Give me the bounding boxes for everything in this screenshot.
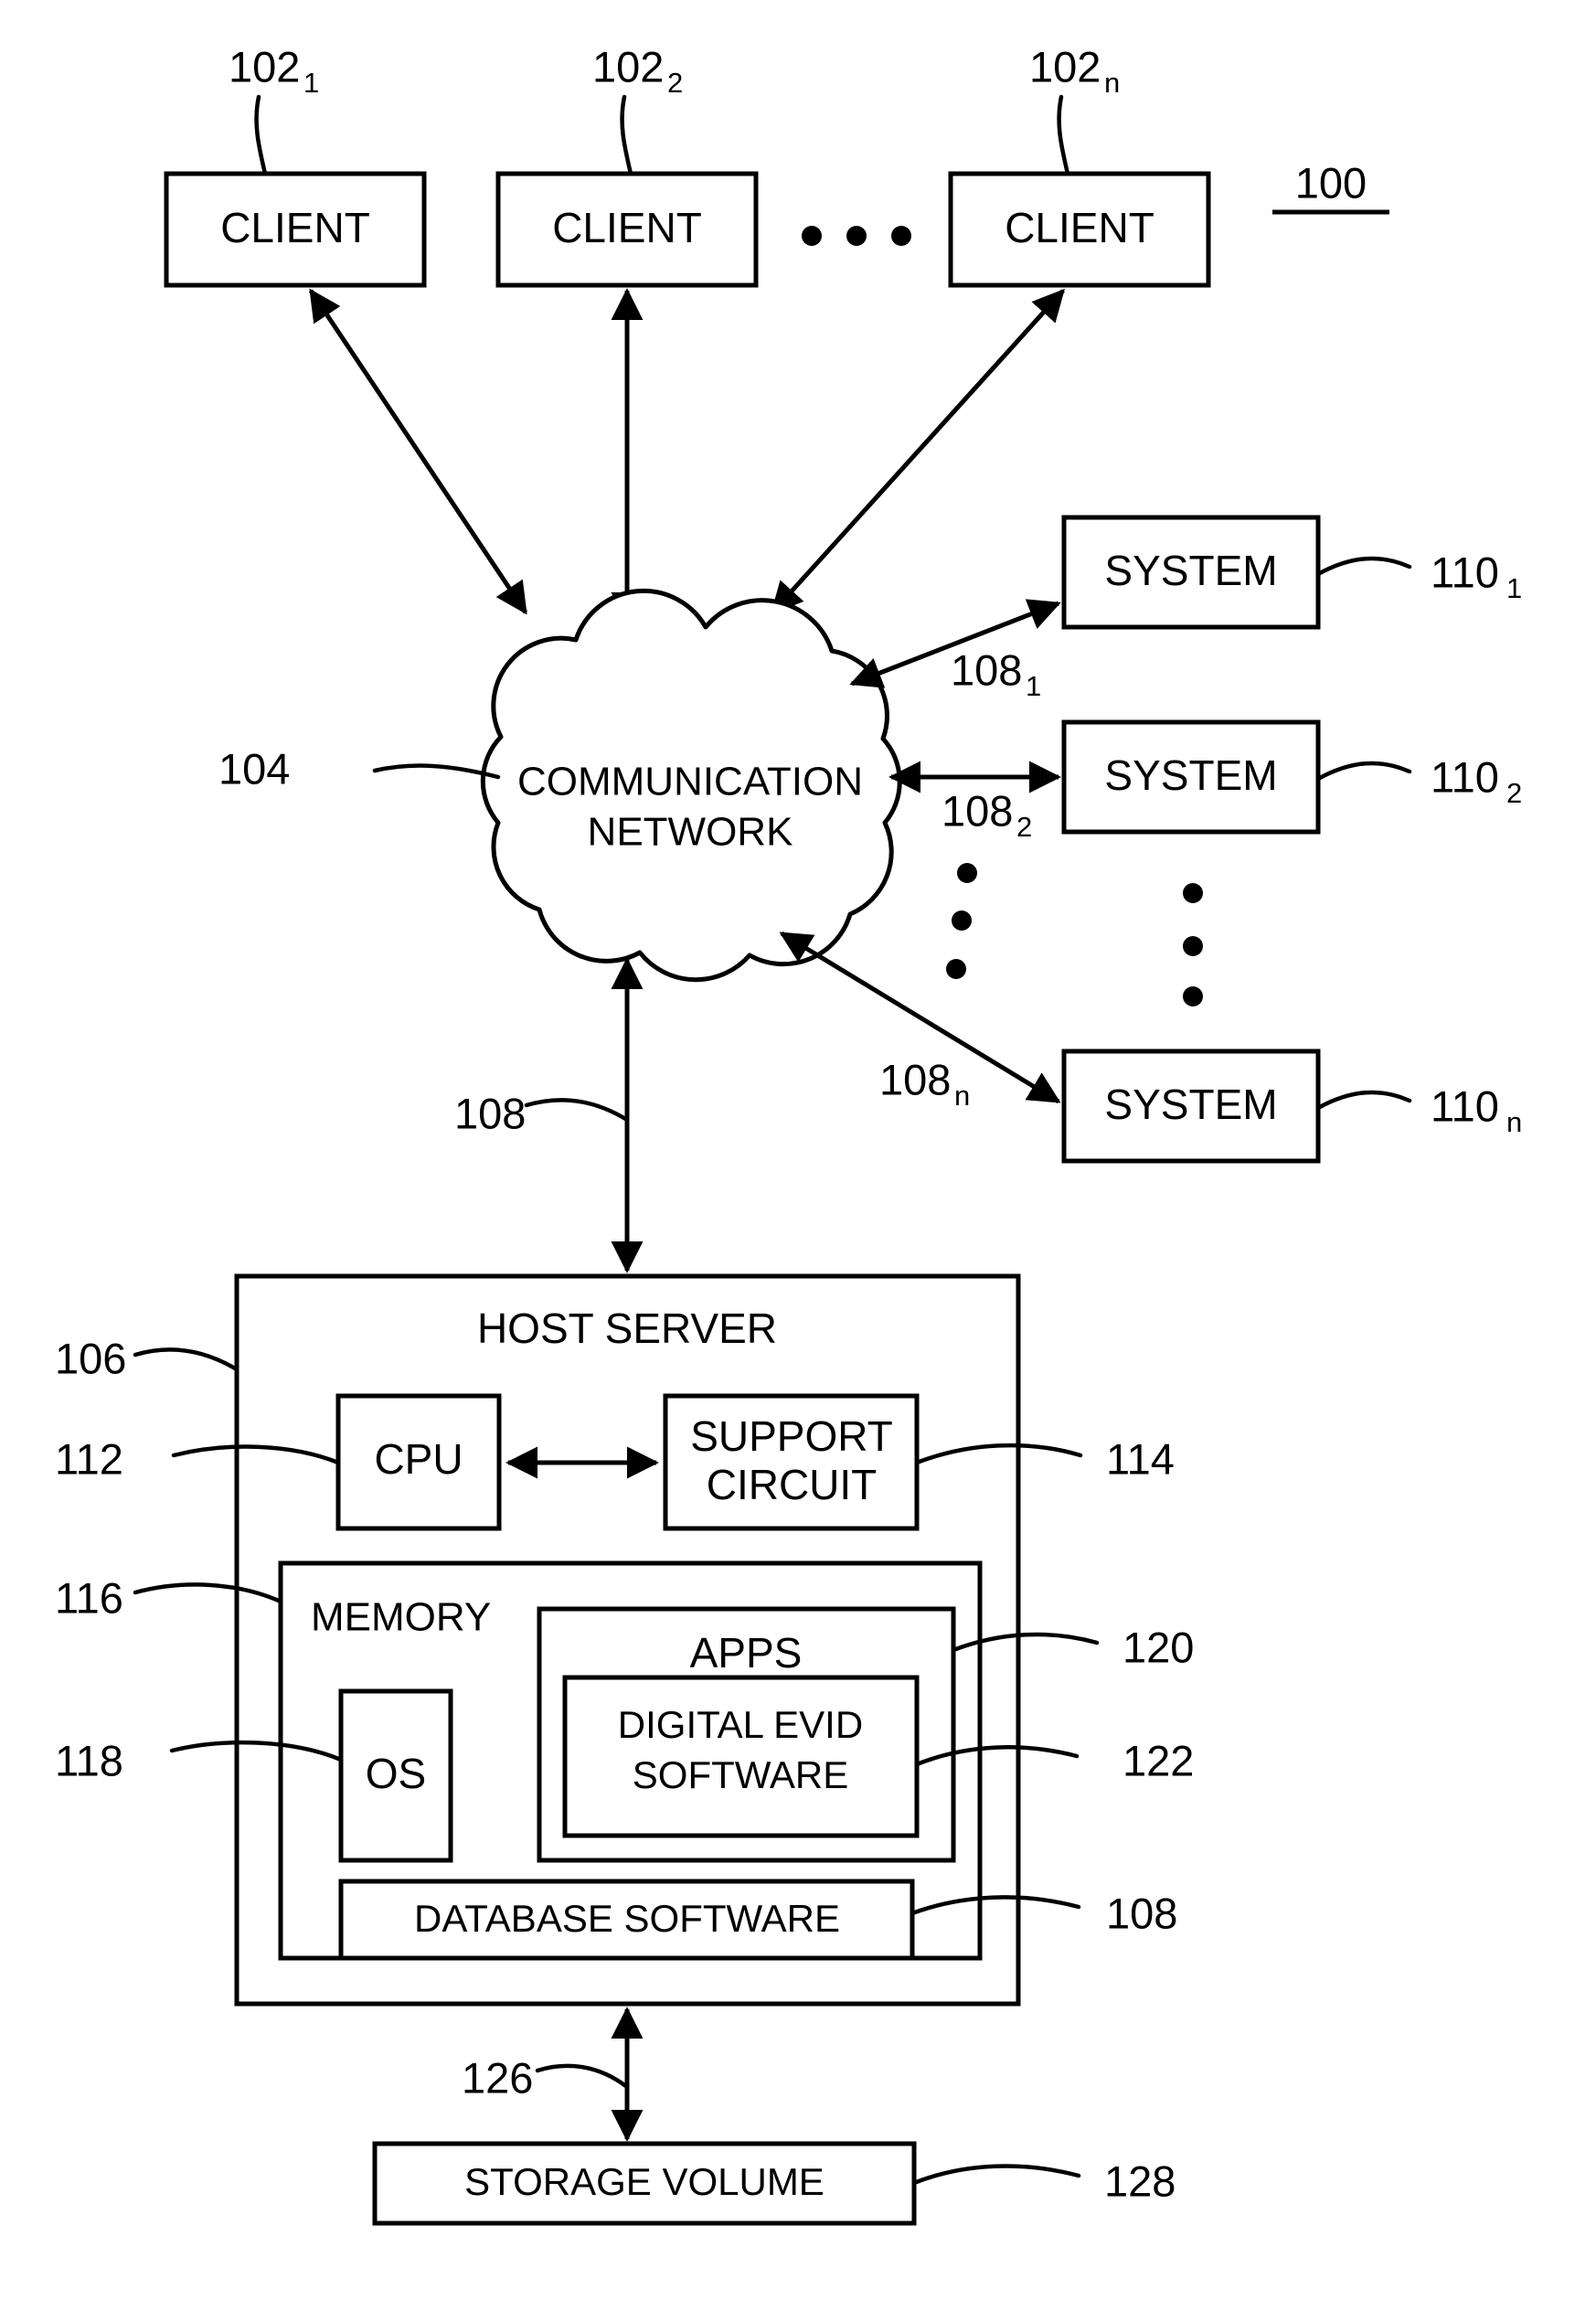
system-link-ref-sub-n: n (954, 1080, 970, 1112)
memory-ref: 116 (55, 1573, 123, 1622)
client-ref-1: 102 (229, 42, 300, 91)
client-ref-n: 102 (1029, 42, 1101, 91)
system-node-n[interactable]: SYSTEM 110 n 108 n (779, 931, 1522, 1164)
figure-number-group: 100 (1272, 158, 1389, 215)
support-circuit-ref: 114 (1106, 1434, 1175, 1483)
system-ellipsis-right-dot-3 (1183, 986, 1203, 1006)
apps-ref: 120 (1123, 1623, 1194, 1671)
communication-network-node[interactable]: COMMUNICATION NETWORK 104 (218, 588, 902, 983)
system-ref-1: 110 (1431, 548, 1499, 596)
system-link-ref-1: 108 (951, 645, 1022, 694)
host-link-ref: 108 (454, 1089, 526, 1137)
storage-link-leader (535, 2063, 630, 2090)
host-server-leader (133, 1347, 239, 1372)
client-label-2: CLIENT (552, 204, 702, 251)
digital-evid-software-node[interactable]: DIGITAL EVID SOFTWARE 122 (562, 1675, 1194, 1838)
support-circuit-label-line1: SUPPORT (690, 1412, 893, 1460)
client-ellipsis-dot-3 (891, 226, 911, 246)
system-ref-sub-n: n (1506, 1106, 1522, 1138)
cpu-label: CPU (374, 1435, 463, 1483)
system-ellipsis-right-dot-2 (1183, 936, 1203, 956)
figure-number: 100 (1295, 158, 1367, 207)
storage-volume-label: STORAGE VOLUME (464, 2160, 825, 2203)
client-label-1: CLIENT (220, 204, 370, 251)
client-ellipsis-dot-2 (846, 226, 867, 246)
system-label-1: SYSTEM (1104, 547, 1277, 594)
system-link-ref-n: 108 (879, 1055, 951, 1103)
system-ref-2: 110 (1431, 752, 1499, 801)
system-ellipsis-left-dot-1 (957, 863, 977, 883)
database-software-ref: 108 (1106, 1889, 1177, 1937)
network-ref: 104 (218, 744, 290, 793)
client-ref-sub-2: 2 (667, 67, 683, 99)
support-circuit-label-line2: CIRCUIT (707, 1461, 878, 1508)
client-node-2[interactable]: CLIENT 102 2 (495, 42, 759, 288)
system-link-ref-sub-2: 2 (1016, 811, 1032, 843)
system-label-n: SYSTEM (1104, 1081, 1277, 1128)
database-software-node[interactable]: DATABASE SOFTWARE 108 (338, 1879, 1177, 1961)
host-server-title: HOST SERVER (477, 1304, 777, 1352)
client-node-1[interactable]: CLIENT 102 1 (164, 42, 427, 288)
system-link-ref-sub-1: 1 (1026, 670, 1041, 702)
client-ref-2: 102 (592, 42, 664, 91)
client-leader-n (1057, 94, 1070, 176)
digital-evid-software-label-line1: DIGITAL EVID (618, 1703, 863, 1746)
host-server-ref: 106 (55, 1334, 126, 1382)
system-ellipsis-left-dot-3 (946, 959, 966, 979)
network-leader (372, 763, 501, 780)
system-ref-sub-2: 2 (1506, 777, 1522, 809)
system-leader-2 (1315, 761, 1412, 782)
os-label: OS (366, 1750, 426, 1797)
apps-label: APPS (690, 1629, 803, 1677)
network-label-line2: NETWORK (588, 810, 793, 855)
system-leader-1 (1315, 556, 1412, 577)
host-server-node[interactable]: HOST SERVER 106 CPU 112 SUPPORT CIRCUIT … (55, 1273, 1194, 2007)
patent-figure: 100 CLIENT 102 1 CLIENT 102 2 CLIENT 102… (0, 0, 1596, 2300)
host-link-leader (524, 1098, 630, 1123)
storage-volume-ref: 128 (1104, 2156, 1176, 2205)
system-ellipsis-right (1183, 883, 1203, 1006)
client-ref-sub-n: n (1104, 67, 1120, 99)
system-ref-sub-1: 1 (1506, 572, 1522, 604)
link-clientn-network (771, 288, 1065, 615)
system-node-1[interactable]: SYSTEM 110 1 108 1 (849, 515, 1522, 702)
os-ref: 118 (55, 1736, 123, 1784)
client-leader-2 (620, 94, 633, 176)
memory-label: MEMORY (311, 1595, 491, 1640)
storage-link-ref: 126 (462, 2053, 533, 2102)
client-ref-sub-1: 1 (303, 67, 319, 99)
system-label-2: SYSTEM (1104, 751, 1277, 799)
system-ellipsis-right-dot-1 (1183, 883, 1203, 903)
client-leader-1 (254, 94, 268, 176)
client-node-n[interactable]: CLIENT 102 n (948, 42, 1211, 288)
storage-volume-leader (911, 2164, 1081, 2186)
network-label-line1: COMMUNICATION (517, 760, 863, 804)
system-ref-n: 110 (1431, 1081, 1499, 1130)
system-leader-n (1315, 1090, 1412, 1111)
client-label-n: CLIENT (1005, 204, 1154, 251)
apps-node[interactable]: APPS 120 DIGITAL EVID SOFTWARE 122 (537, 1606, 1194, 1863)
digital-evid-software-label-line2: SOFTWARE (633, 1753, 848, 1796)
figure-canvas: 100 CLIENT 102 1 CLIENT 102 2 CLIENT 102… (55, 42, 1522, 2226)
digital-evid-software-ref: 122 (1123, 1736, 1194, 1784)
system-ellipsis-left (946, 863, 977, 979)
memory-node[interactable]: MEMORY 116 OS 118 APPS 120 DIGITAL EVID … (55, 1560, 1194, 1961)
system-ellipsis-left-dot-2 (952, 910, 972, 931)
system-link-ref-2: 108 (942, 786, 1013, 835)
system-node-2[interactable]: SYSTEM 110 2 108 2 (888, 719, 1522, 843)
storage-volume-node[interactable]: STORAGE VOLUME 128 (372, 2141, 1176, 2226)
database-software-label: DATABASE SOFTWARE (414, 1897, 840, 1940)
client-ellipsis (802, 226, 911, 246)
cpu-ref: 112 (55, 1434, 123, 1483)
link-client1-network (308, 288, 528, 615)
client-ellipsis-dot-1 (802, 226, 822, 246)
